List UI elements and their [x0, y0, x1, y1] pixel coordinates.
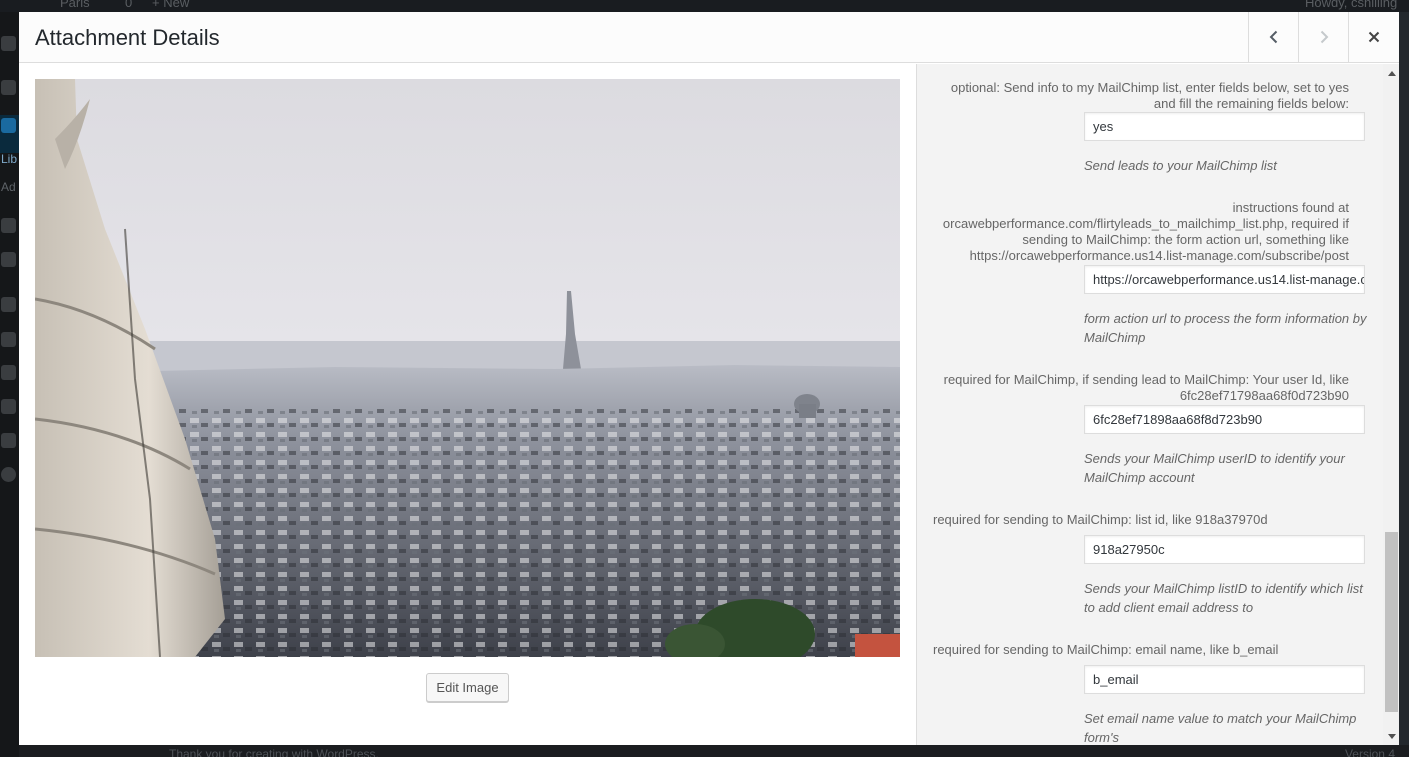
adminbar-new[interactable]: + New: [152, 0, 189, 10]
arrow-down-icon: [1387, 733, 1396, 739]
field-label-line: https://orcawebperformance.us14.list-man…: [969, 248, 1349, 263]
email-name-input[interactable]: b_email: [1084, 665, 1365, 694]
field-label-list-id: required for sending to MailChimp: list …: [933, 512, 1268, 528]
field-label-mailchimp-enable: optional: Send info to my MailChimp list…: [951, 80, 1349, 112]
field-help-line: to add client email address to: [1084, 600, 1254, 615]
scroll-up-button[interactable]: [1383, 64, 1399, 81]
settings-icon[interactable]: [1, 433, 16, 448]
field-help-line: Sends your MailChimp listID to identify …: [1084, 581, 1363, 596]
modal-title: Attachment Details: [35, 25, 220, 50]
field-help-line: form's: [1084, 730, 1119, 745]
field-help-line: MailChimp account: [1084, 470, 1195, 485]
field-label-line: orcawebperformance.com/flirtyleads_to_ma…: [942, 216, 1349, 231]
adminbar-comments-count[interactable]: 0: [125, 0, 132, 10]
field-help-mailchimp-enable: Send leads to your MailChimp list: [1084, 156, 1369, 175]
adminbar-site-name[interactable]: Paris: [60, 0, 90, 10]
list-id-input[interactable]: 918a27950c: [1084, 535, 1365, 564]
field-label-user-id: required for MailChimp, if sending lead …: [944, 372, 1349, 404]
chevron-right-icon: [1320, 30, 1328, 44]
wp-footer: Thank you for creating with WordPress. V…: [19, 745, 1409, 757]
edit-image-button[interactable]: Edit Image: [426, 673, 509, 702]
tools-icon[interactable]: [1, 399, 16, 414]
comments-icon[interactable]: [1, 252, 16, 267]
field-help-line: Set email name value to match your MailC…: [1084, 711, 1357, 726]
sidebar-label-library[interactable]: Lib: [1, 152, 17, 166]
field-help-line: Send leads to your MailChimp list: [1084, 158, 1277, 173]
footer-thanks: Thank you for creating with WordPress.: [169, 747, 379, 757]
sidebar-label-add-new[interactable]: Ad: [1, 180, 16, 194]
attachment-image: [35, 79, 900, 657]
attachment-media-view: Edit Image: [19, 64, 916, 745]
field-label-line: and fill the remaining fields below:: [1153, 96, 1349, 111]
field-label-line: required for sending to MailChimp: list …: [933, 512, 1268, 527]
adminbar-howdy[interactable]: Howdy, cshilling: [1305, 0, 1397, 10]
settings-scrollbar[interactable]: [1383, 64, 1399, 745]
users-icon[interactable]: [1, 365, 16, 380]
arrow-up-icon: [1387, 70, 1396, 76]
user-id-input[interactable]: 6fc28ef71898aa68f8d723b90: [1084, 405, 1365, 434]
attachment-details-modal: Attachment Details Edit Image optional: …: [19, 12, 1399, 745]
field-label-line: required for MailChimp, if sending lead …: [943, 372, 1349, 387]
field-label-line: optional: Send info to my MailChimp list…: [950, 80, 1349, 95]
field-help-list-id: Sends your MailChimp listID to identify …: [1084, 579, 1369, 617]
field-label-form-action-url: instructions found at orcawebperformance…: [943, 200, 1349, 264]
field-help-form-action-url: form action url to process the form info…: [1084, 309, 1369, 347]
previous-attachment-button[interactable]: [1248, 12, 1298, 62]
field-help-user-id: Sends your MailChimp userID to identify …: [1084, 449, 1369, 487]
field-label-line: sending to MailChimp: the form action ur…: [1022, 232, 1349, 247]
close-icon: [1368, 31, 1380, 43]
form-action-url-input[interactable]: https://orcawebperformance.us14.list-man…: [1084, 265, 1365, 294]
collapse-menu-icon[interactable]: [1, 467, 16, 482]
field-help-email-name: Set email name value to match your MailC…: [1084, 709, 1369, 745]
field-label-line: instructions found at: [1232, 200, 1349, 215]
attachment-settings-panel: optional: Send info to my MailChimp list…: [916, 64, 1399, 745]
media-icon[interactable]: [1, 118, 16, 133]
field-help-line: Sends your MailChimp userID to identify …: [1084, 451, 1345, 466]
next-attachment-button[interactable]: [1298, 12, 1348, 62]
field-help-line: form action url to process the form info…: [1084, 311, 1367, 326]
appearance-icon[interactable]: [1, 297, 16, 312]
wp-admin-sidebar: Lib Ad: [0, 12, 19, 757]
wp-admin-bar: Paris 0 + New Howdy, cshilling: [0, 0, 1409, 12]
field-label-email-name: required for sending to MailChimp: email…: [933, 642, 1278, 658]
scroll-down-button[interactable]: [1383, 728, 1399, 745]
dashboard-icon[interactable]: [1, 36, 16, 51]
scrollbar-thumb[interactable]: [1385, 532, 1398, 712]
modal-header: Attachment Details: [19, 12, 1399, 63]
chevron-left-icon: [1269, 30, 1277, 44]
plugins-icon[interactable]: [1, 332, 16, 347]
pages-icon[interactable]: [1, 218, 16, 233]
close-modal-button[interactable]: [1348, 12, 1399, 62]
mailchimp-enable-input[interactable]: yes: [1084, 112, 1365, 141]
field-label-line: required for sending to MailChimp: email…: [933, 642, 1279, 657]
paris-photo: [35, 79, 900, 657]
footer-version: Version 4: [1344, 747, 1395, 757]
field-help-line: MailChimp: [1084, 330, 1146, 345]
pin-icon[interactable]: [1, 80, 16, 95]
field-label-line: 6fc28ef71798aa68f0d723b90: [1179, 388, 1349, 403]
